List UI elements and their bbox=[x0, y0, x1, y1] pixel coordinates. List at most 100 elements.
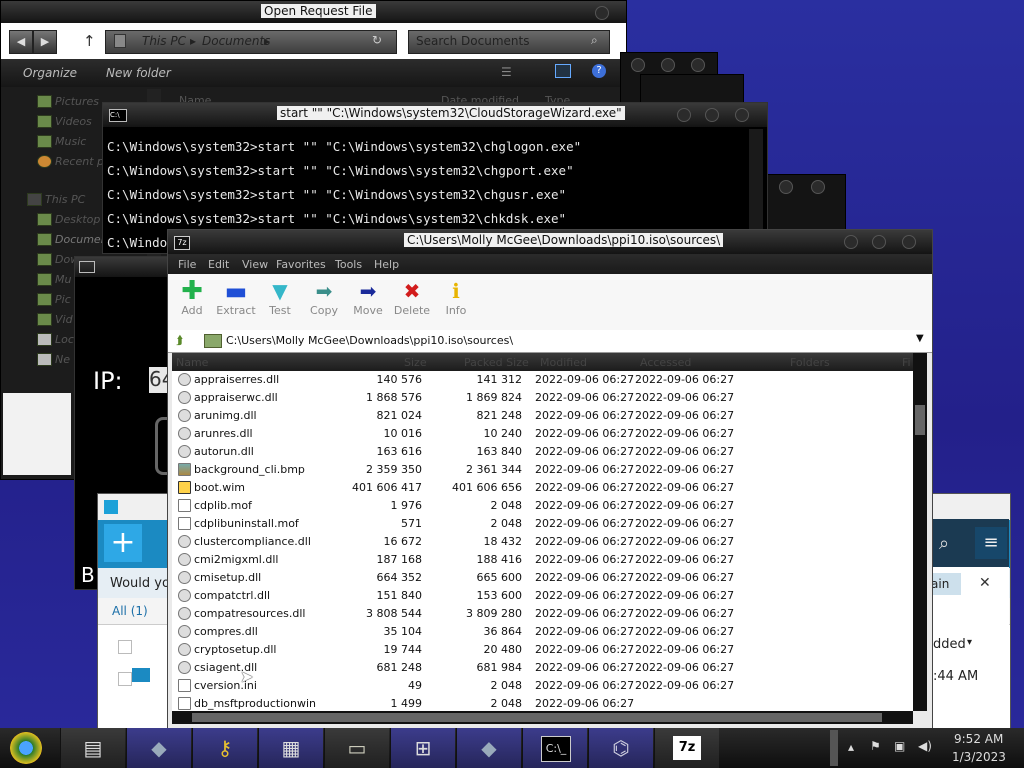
nav-item[interactable]: Music bbox=[37, 135, 86, 148]
add-button[interactable]: + bbox=[104, 524, 142, 562]
table-row[interactable]: arunimg.dll 821 024 821 248 2022-09-06 06:2… bbox=[172, 407, 913, 425]
table-row[interactable]: compatctrl.dll 151 840 153 600 2022-09-06 0… bbox=[172, 587, 913, 605]
nav-item[interactable]: Mu bbox=[37, 273, 71, 286]
menu-edit[interactable]: Edit bbox=[208, 258, 229, 271]
table-row[interactable]: csiagent.dll 681 248 681 984 2022-09-06 06:… bbox=[172, 659, 913, 677]
close-icon[interactable] bbox=[735, 108, 749, 122]
up-arrow-icon[interactable]: ↑ bbox=[83, 32, 96, 50]
taskbar-app-active[interactable]: 7z bbox=[654, 728, 719, 768]
minimize-icon[interactable] bbox=[677, 108, 691, 122]
table-row[interactable]: clustercompliance.dll 16 672 18 432 2022-09… bbox=[172, 533, 913, 551]
column-header-size[interactable]: Size bbox=[404, 356, 427, 369]
column-header-files[interactable]: Fi bbox=[902, 356, 911, 369]
maximize-icon[interactable] bbox=[661, 58, 675, 72]
nav-item[interactable]: Videos bbox=[37, 115, 92, 128]
forward-button[interactable]: ▶ bbox=[33, 30, 57, 54]
help-icon[interactable]: ? bbox=[592, 64, 606, 78]
taskbar-app[interactable]: ⌬ bbox=[588, 728, 653, 768]
breadcrumb-this-pc[interactable]: This PC bbox=[142, 34, 186, 48]
explorer-titlebar[interactable]: Open Request File bbox=[1, 1, 626, 23]
close-icon[interactable] bbox=[902, 235, 916, 249]
taskbar-app[interactable]: ⚷ bbox=[192, 728, 257, 768]
delete-button[interactable]: ✖ Delete bbox=[392, 278, 432, 317]
table-row[interactable]: compres.dll 35 104 36 864 2022-09-06 06:27 2… bbox=[172, 623, 913, 641]
address-bar[interactable]: This PC ▸ Documents ▸ ↻ bbox=[105, 30, 397, 54]
organize-button[interactable]: Organize bbox=[23, 66, 77, 80]
table-row[interactable]: arunres.dll 10 016 10 240 2022-09-06 06:27 2… bbox=[172, 425, 913, 443]
nav-item[interactable]: Vid bbox=[37, 313, 73, 326]
table-row[interactable]: cmisetup.dll 664 352 665 600 2022-09-06 06:… bbox=[172, 569, 913, 587]
tab-all[interactable]: All (1) bbox=[112, 604, 148, 618]
folder-up-icon[interactable]: ⮭ bbox=[176, 333, 190, 347]
test-button[interactable]: ▼ Test bbox=[260, 278, 300, 317]
chevron-down-icon[interactable]: ▼ bbox=[916, 333, 924, 344]
nav-item-this-pc[interactable]: This PC bbox=[27, 193, 85, 206]
back-button[interactable]: ◀ bbox=[9, 30, 33, 54]
horizontal-scrollbar[interactable] bbox=[172, 711, 913, 724]
taskbar-scroll[interactable] bbox=[830, 730, 838, 766]
move-button[interactable]: ➡ Move bbox=[348, 278, 388, 317]
close-icon[interactable] bbox=[811, 180, 825, 194]
close-icon[interactable] bbox=[691, 58, 705, 72]
menu-view[interactable]: View bbox=[242, 258, 268, 271]
minimize-icon[interactable] bbox=[844, 235, 858, 249]
chevron-up-icon[interactable]: ▴ bbox=[848, 740, 854, 754]
volume-icon[interactable]: ◀) bbox=[918, 739, 932, 753]
nav-item[interactable]: Loc bbox=[37, 333, 74, 346]
network-icon[interactable]: ▣ bbox=[894, 739, 905, 753]
start-button[interactable] bbox=[6, 730, 46, 766]
table-row[interactable]: cdplibuninstall.mof 571 2 048 2022-09-06 06… bbox=[172, 515, 913, 533]
menu-tools[interactable]: Tools bbox=[335, 258, 362, 271]
breadcrumb-documents[interactable]: Documents bbox=[202, 34, 270, 48]
table-row[interactable]: background_cli.bmp 2 359 350 2 361 344 2022… bbox=[172, 461, 913, 479]
scroll-thumb[interactable] bbox=[915, 405, 925, 435]
table-row[interactable]: compatresources.dll 3 808 544 3 809 280 202… bbox=[172, 605, 913, 623]
menu-icon[interactable]: ≡ bbox=[975, 527, 1007, 559]
maximize-icon[interactable] bbox=[705, 108, 719, 122]
new-folder-button[interactable]: New folder bbox=[106, 66, 171, 80]
taskbar-app[interactable]: ▤ bbox=[60, 728, 125, 768]
taskbar-app[interactable]: ◆ bbox=[456, 728, 521, 768]
nav-item[interactable]: Pic bbox=[37, 293, 71, 306]
nav-item-documents[interactable]: Documen bbox=[37, 233, 108, 246]
table-row[interactable]: cmi2migxml.dll 187 168 188 416 2022-09-06 0… bbox=[172, 551, 913, 569]
taskbar-app[interactable]: ⊞ bbox=[390, 728, 455, 768]
vertical-scrollbar[interactable] bbox=[913, 353, 927, 711]
nav-item[interactable]: Desktop bbox=[37, 213, 100, 226]
table-row[interactable]: autorun.dll 163 616 163 840 2022-09-06 06:2… bbox=[172, 443, 913, 461]
ip-window-titlebar[interactable] bbox=[75, 257, 171, 277]
taskbar-app[interactable]: ▭ bbox=[324, 728, 389, 768]
info-button[interactable]: ℹ Info bbox=[436, 278, 476, 317]
column-header-folders[interactable]: Folders bbox=[790, 356, 830, 369]
nav-item[interactable]: Recent pl bbox=[37, 155, 107, 168]
7zip-titlebar[interactable]: 7z C:\Users\Molly McGee\Downloads\ppi10.… bbox=[168, 230, 932, 254]
menu-file[interactable]: File bbox=[178, 258, 196, 271]
clock-date[interactable]: 1/3/2023 bbox=[952, 750, 1006, 764]
refresh-icon[interactable]: ↻ bbox=[372, 33, 382, 47]
table-row[interactable]: db_msftproductionwin 1 499 2 048 2022-09-06… bbox=[172, 695, 913, 711]
view-options-icon[interactable]: ☰ bbox=[501, 65, 512, 79]
table-row[interactable]: cversion.ini 49 2 048 2022-09-06 06:27 2022-… bbox=[172, 677, 913, 695]
minimize-icon[interactable] bbox=[779, 180, 793, 194]
table-row[interactable]: boot.wim 401 606 417 401 606 656 2022-09-06… bbox=[172, 479, 913, 497]
menu-help[interactable]: Help bbox=[374, 258, 399, 271]
table-row[interactable]: appraiserres.dll 140 576 141 312 2022-09-06… bbox=[172, 371, 913, 389]
table-row[interactable]: appraiserwc.dll 1 868 576 1 869 824 2022-09… bbox=[172, 389, 913, 407]
column-header-packed-size[interactable]: Packed Size bbox=[464, 356, 529, 369]
cmd-titlebar[interactable]: C:\ start "" "C:\Windows\system32\CloudS… bbox=[103, 103, 767, 127]
taskbar-app[interactable]: ▦ bbox=[258, 728, 323, 768]
table-row[interactable]: cryptosetup.dll 19 744 20 480 2022-09-06 06… bbox=[172, 641, 913, 659]
search-input[interactable]: Search Documents ⌕ bbox=[408, 30, 610, 54]
scroll-thumb[interactable] bbox=[192, 713, 882, 722]
row-checkbox[interactable] bbox=[118, 672, 132, 686]
nav-item[interactable]: Pictures bbox=[37, 95, 99, 108]
nav-item[interactable]: Ne bbox=[37, 353, 70, 366]
search-icon[interactable]: ⌕ bbox=[939, 533, 949, 554]
search-icon[interactable]: ⌕ bbox=[591, 33, 598, 48]
dismiss-icon[interactable]: ✕ bbox=[979, 575, 991, 591]
minimize-icon[interactable] bbox=[631, 58, 645, 72]
column-header-name[interactable]: Name bbox=[176, 356, 208, 369]
clock-time[interactable]: 9:52 AM bbox=[954, 732, 1003, 746]
taskbar-app[interactable]: ◆ bbox=[126, 728, 191, 768]
copy-button[interactable]: ➡ Copy bbox=[304, 278, 344, 317]
